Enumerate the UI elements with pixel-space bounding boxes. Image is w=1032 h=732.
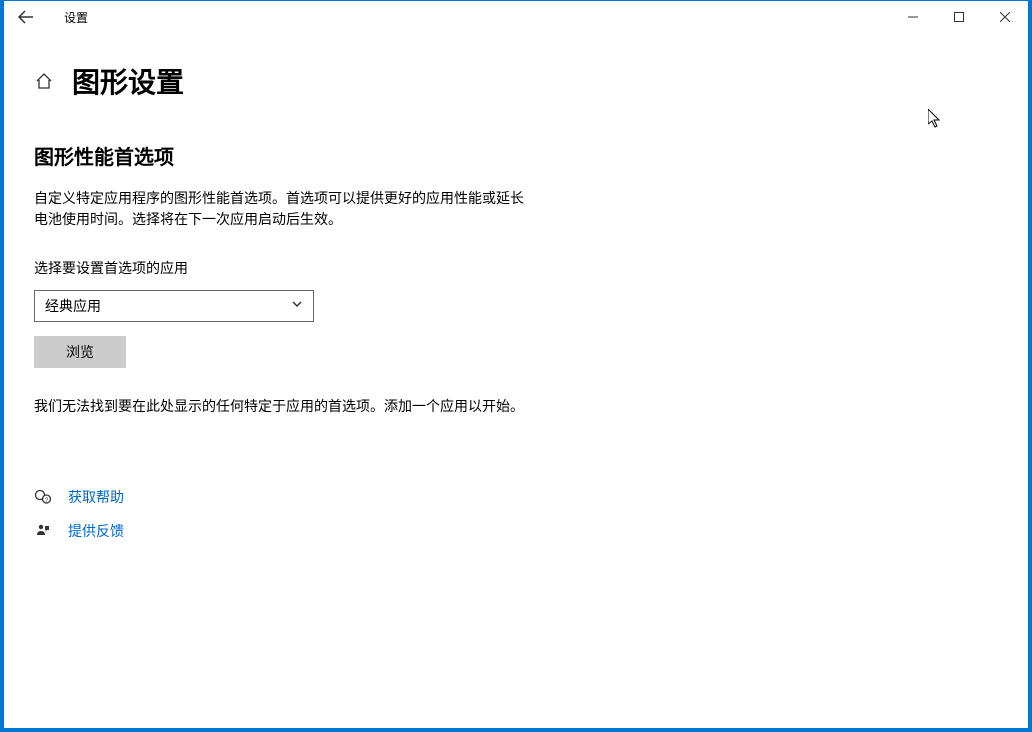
app-selector-label: 选择要设置首选项的应用 [34,258,998,278]
window-title: 设置 [48,9,88,26]
empty-state-text: 我们无法找到要在此处显示的任何特定于应用的首选项。添加一个应用以开始。 [34,396,534,417]
section-title: 图形性能首选项 [34,141,998,170]
back-arrow-icon [18,9,34,25]
titlebar: 设置 [4,1,1028,33]
help-icon: ? [34,488,52,506]
app-type-dropdown[interactable]: 经典应用 [34,290,314,322]
page-header: 图形设置 [34,61,998,101]
titlebar-left: 设置 [4,1,88,33]
maximize-button[interactable] [936,1,982,33]
back-button[interactable] [4,1,48,33]
maximize-icon [954,12,964,22]
home-icon[interactable] [34,71,54,91]
minimize-icon [908,12,918,22]
get-help-link[interactable]: 获取帮助 [68,487,124,507]
minimize-button[interactable] [890,1,936,33]
close-button[interactable] [982,1,1028,33]
help-link-row: ? 获取帮助 [34,487,998,507]
section-description: 自定义特定应用程序的图形性能首选项。首选项可以提供更好的应用性能或延长电池使用时… [34,188,534,230]
content-area: 图形设置 图形性能首选项 自定义特定应用程序的图形性能首选项。首选项可以提供更好… [4,33,1028,575]
page-title: 图形设置 [72,61,184,101]
feedback-icon [34,522,52,540]
feedback-link-row: 提供反馈 [34,521,998,541]
browse-button[interactable]: 浏览 [34,336,126,368]
chevron-down-icon [291,297,303,315]
close-icon [1000,12,1010,22]
dropdown-selected-value: 经典应用 [45,296,101,316]
give-feedback-link[interactable]: 提供反馈 [68,521,124,541]
window-controls [890,1,1028,33]
